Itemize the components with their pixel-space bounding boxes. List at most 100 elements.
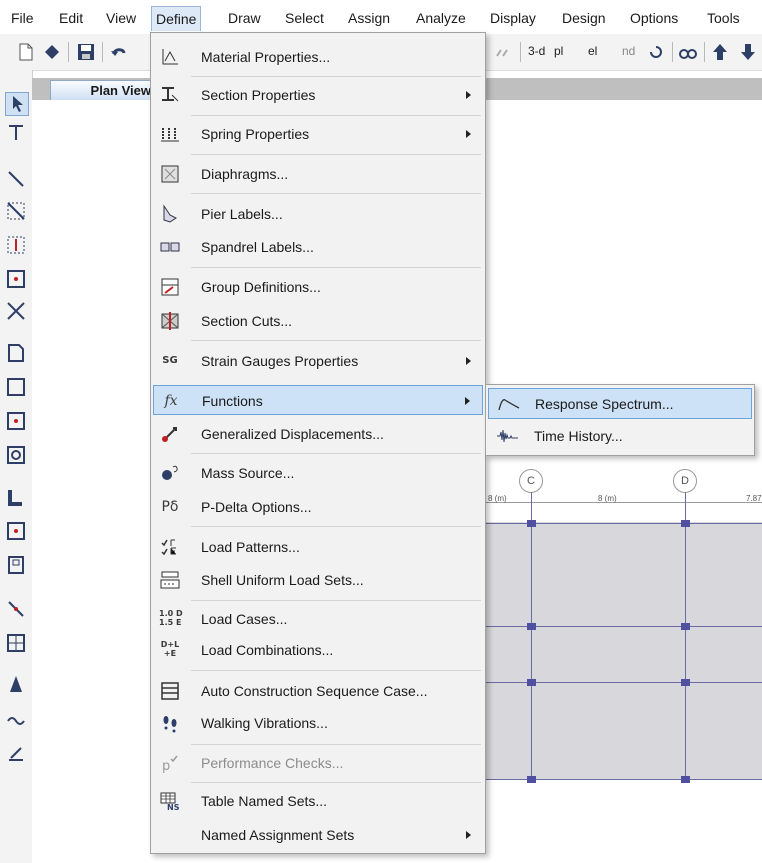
menu-item-load-patterns[interactable]: Load Patterns... bbox=[153, 532, 483, 562]
pier-labels-icon bbox=[163, 204, 177, 223]
menu-item-section-cuts[interactable]: Section Cuts... bbox=[153, 306, 483, 336]
joint-node[interactable] bbox=[527, 623, 536, 630]
new-file-icon[interactable] bbox=[16, 42, 36, 62]
joint-node[interactable] bbox=[681, 679, 690, 686]
menu-select[interactable]: Select bbox=[281, 7, 328, 29]
menu-item-material-properties[interactable]: Material Properties... bbox=[153, 42, 483, 72]
pointer-icon[interactable] bbox=[5, 92, 29, 116]
menu-separator bbox=[191, 340, 481, 341]
group-definitions-icon bbox=[161, 278, 179, 296]
menu-item-load-cases[interactable]: 1.0 D 1.5 E Load Cases... bbox=[153, 604, 483, 634]
draw-area-point-icon[interactable] bbox=[5, 410, 27, 432]
load-patterns-icon bbox=[161, 539, 176, 556]
draw-grid-icon[interactable] bbox=[5, 632, 27, 654]
draw-rectangle-icon[interactable] bbox=[5, 376, 27, 398]
section-properties-icon bbox=[162, 87, 179, 102]
menu-file[interactable]: File bbox=[7, 7, 38, 29]
move-up-icon[interactable] bbox=[710, 42, 730, 62]
menu-item-shell-uniform-load-sets[interactable]: Shell Uniform Load Sets... bbox=[153, 565, 483, 595]
menu-tools[interactable]: Tools bbox=[703, 7, 744, 29]
toolbar-separator bbox=[102, 42, 103, 62]
menu-item-strain-gauges-properties[interactable]: SG Strain Gauges Properties bbox=[153, 346, 483, 376]
menu-item-diaphragms[interactable]: Diaphragms... bbox=[153, 159, 483, 189]
menu-view[interactable]: View bbox=[102, 7, 140, 29]
menu-item-spandrel-labels[interactable]: Spandrel Labels... bbox=[153, 232, 483, 262]
tab-plan-view[interactable]: Plan View bbox=[50, 80, 160, 100]
shell-load-sets-icon bbox=[160, 571, 180, 589]
walking-vibrations-icon bbox=[163, 716, 177, 733]
menu-define[interactable]: Define bbox=[151, 6, 202, 31]
draw-link-icon[interactable] bbox=[5, 598, 27, 620]
menu-options[interactable]: Options bbox=[626, 7, 682, 29]
move-down-icon[interactable] bbox=[738, 42, 758, 62]
undo-icon[interactable] bbox=[108, 42, 128, 62]
reshape-icon[interactable] bbox=[5, 122, 27, 144]
menu-item-pier-labels[interactable]: Pier Labels... bbox=[153, 199, 483, 229]
menu-design[interactable]: Design bbox=[558, 7, 610, 29]
floor-slab[interactable] bbox=[485, 522, 762, 780]
diaphragm-icon bbox=[161, 165, 179, 183]
menu-item-walking-vibrations[interactable]: Walking Vibrations... bbox=[153, 708, 483, 738]
performance-checks-icon: p bbox=[162, 755, 178, 773]
menu-item-named-assignment-sets[interactable]: Named Assignment Sets bbox=[153, 820, 483, 850]
menu-item-auto-construction-sequence-case[interactable]: Auto Construction Sequence Case... bbox=[153, 676, 483, 706]
menu-item-load-combinations[interactable]: D+L +E Load Combinations... bbox=[153, 635, 483, 665]
left-tool-strip bbox=[0, 70, 33, 863]
draw-wall-panel-icon[interactable] bbox=[5, 520, 27, 542]
draw-wave-icon[interactable] bbox=[5, 708, 27, 730]
menu-item-spring-properties[interactable]: Spring Properties bbox=[153, 119, 483, 149]
menu-item-p-delta-options[interactable]: Pδ P-Delta Options... bbox=[153, 492, 483, 522]
view-plan-button[interactable]: pl bbox=[554, 44, 563, 58]
menu-separator bbox=[191, 193, 481, 194]
joint-node[interactable] bbox=[527, 776, 536, 783]
menu-separator bbox=[191, 744, 481, 745]
open-file-icon[interactable] bbox=[42, 42, 62, 62]
draw-wall-icon[interactable] bbox=[5, 486, 27, 508]
menu-item-group-definitions[interactable]: Group Definitions... bbox=[153, 272, 483, 302]
menu-assign[interactable]: Assign bbox=[344, 7, 394, 29]
joint-node[interactable] bbox=[681, 776, 690, 783]
menu-item-time-history[interactable]: Time History... bbox=[488, 421, 752, 452]
menu-item-mass-source[interactable]: Mass Source... bbox=[153, 458, 483, 488]
construction-sequence-icon bbox=[161, 682, 179, 700]
save-icon[interactable] bbox=[76, 42, 96, 62]
draw-opening-icon[interactable] bbox=[5, 444, 27, 466]
draw-floor-icon[interactable] bbox=[5, 342, 27, 364]
menu-item-functions[interactable]: fx Functions bbox=[153, 385, 483, 415]
draw-dimension-icon[interactable] bbox=[5, 742, 27, 764]
mass-source-icon bbox=[162, 465, 178, 480]
menu-display[interactable]: Display bbox=[486, 7, 540, 29]
toolbar-separator bbox=[672, 42, 673, 62]
view-nd-button[interactable]: nd bbox=[622, 44, 635, 58]
menu-draw[interactable]: Draw bbox=[224, 7, 265, 29]
menu-item-section-properties[interactable]: Section Properties bbox=[153, 80, 483, 110]
view-3d-button[interactable]: 3-d bbox=[528, 44, 545, 58]
dimension-label: 8 (m) bbox=[488, 494, 507, 503]
toolbar-separator bbox=[520, 42, 521, 62]
link-icon[interactable] bbox=[493, 42, 513, 62]
menu-separator bbox=[191, 600, 481, 601]
menu-item-generalized-displacements[interactable]: Generalized Displacements... bbox=[153, 419, 483, 449]
draw-slab-icon[interactable] bbox=[5, 554, 27, 576]
draw-x-brace-icon[interactable] bbox=[5, 300, 27, 322]
joint-node[interactable] bbox=[681, 520, 690, 527]
draw-column-icon[interactable] bbox=[5, 234, 27, 256]
view-elevation-button[interactable]: el bbox=[588, 44, 597, 58]
generalized-displacement-icon bbox=[162, 427, 177, 442]
toolbar-separator bbox=[704, 42, 705, 62]
menu-item-table-named-sets[interactable]: NS Table Named Sets... bbox=[153, 786, 483, 816]
draw-brace-icon[interactable] bbox=[5, 200, 27, 222]
joint-node[interactable] bbox=[527, 679, 536, 686]
menu-separator bbox=[191, 453, 481, 454]
glasses-icon[interactable] bbox=[678, 42, 698, 62]
menu-item-response-spectrum[interactable]: Response Spectrum... bbox=[488, 388, 752, 419]
joint-node[interactable] bbox=[681, 623, 690, 630]
joint-node[interactable] bbox=[527, 520, 536, 527]
draw-beam-grid-icon[interactable] bbox=[5, 268, 27, 290]
menu-bar: File Edit View Define Draw Select Assign… bbox=[0, 0, 762, 35]
rotate-icon[interactable] bbox=[646, 42, 666, 62]
menu-edit[interactable]: Edit bbox=[55, 7, 87, 29]
draw-tendon-icon[interactable] bbox=[5, 674, 27, 696]
draw-line-icon[interactable] bbox=[5, 168, 27, 190]
menu-analyze[interactable]: Analyze bbox=[412, 7, 470, 29]
